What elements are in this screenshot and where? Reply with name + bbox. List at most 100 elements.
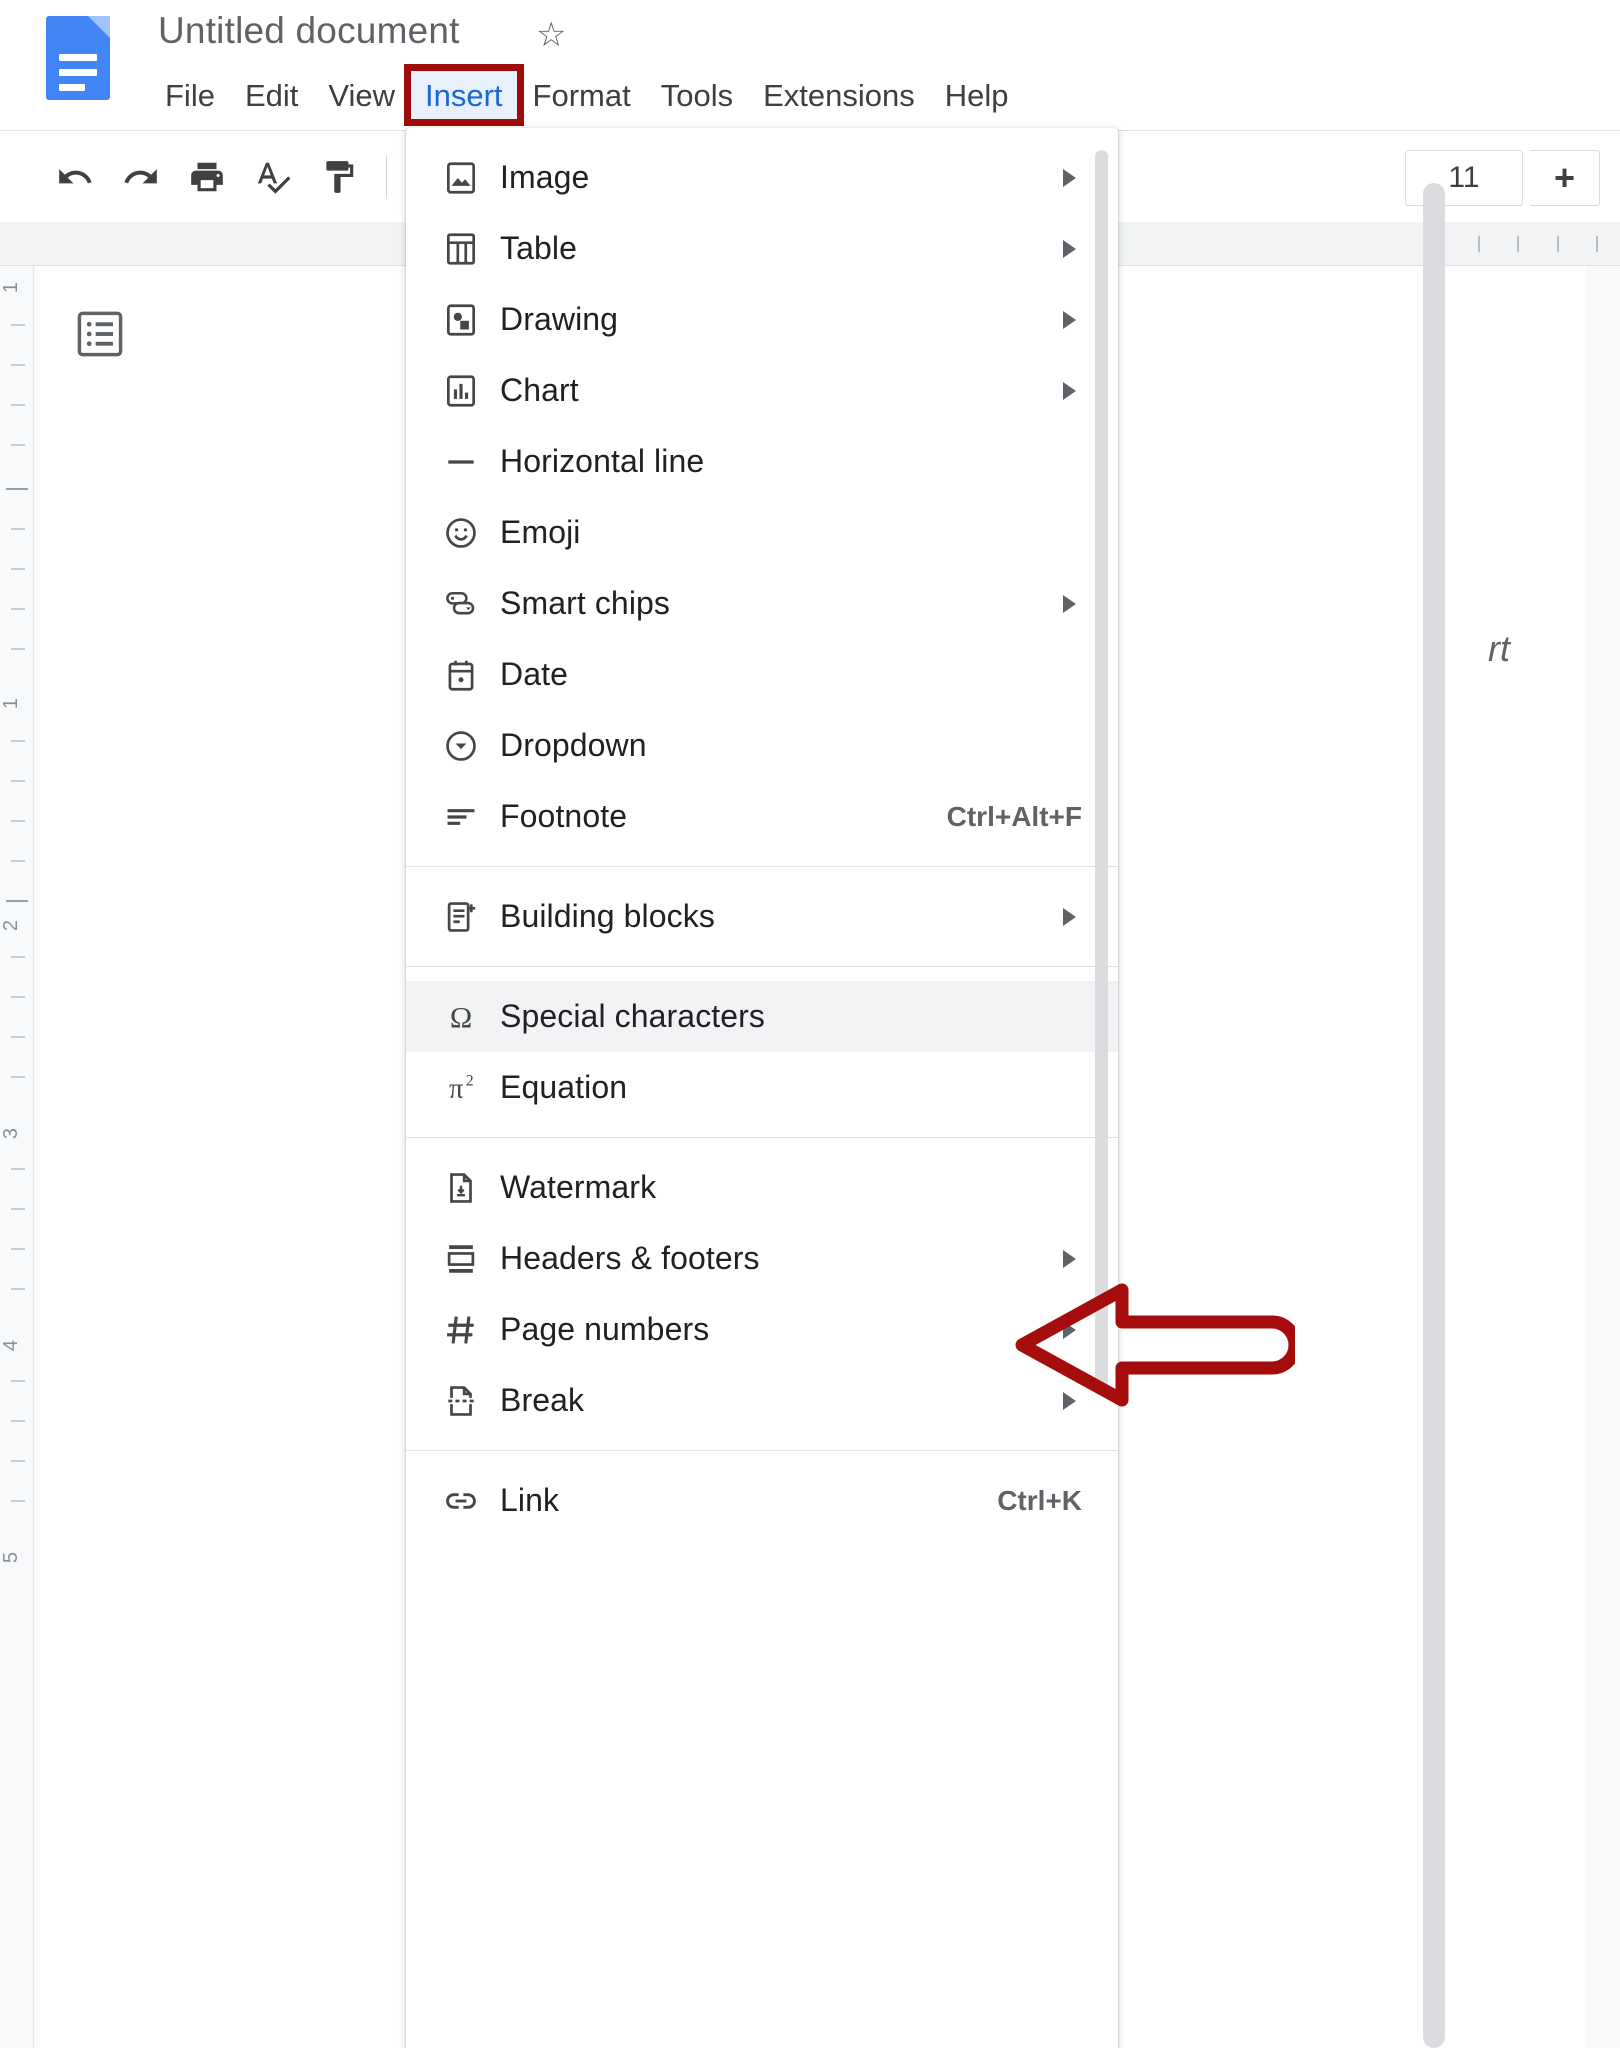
menu-label: Chart xyxy=(500,372,579,408)
smart-chips-icon xyxy=(442,585,500,623)
menu-divider xyxy=(406,1450,1118,1451)
chevron-right-icon xyxy=(1063,1320,1076,1339)
menu-item-file[interactable]: File xyxy=(150,70,230,122)
menu-item-break[interactable]: Break xyxy=(406,1365,1118,1436)
menu-label: Image xyxy=(500,159,590,195)
chevron-right-icon xyxy=(1063,381,1076,400)
menu-divider xyxy=(406,1137,1118,1138)
menu-label: Break xyxy=(500,1382,585,1418)
menu-item-footnote[interactable]: Footnote Ctrl+Alt+F xyxy=(406,781,1118,852)
google-docs-logo-icon[interactable] xyxy=(46,16,110,100)
menu-divider xyxy=(406,966,1118,967)
menu-scrollbar[interactable] xyxy=(1095,150,1108,1390)
chevron-right-icon xyxy=(1063,594,1076,613)
print-icon[interactable] xyxy=(174,144,240,210)
menu-item-building-blocks[interactable]: Building blocks xyxy=(406,881,1118,952)
chevron-right-icon xyxy=(1063,1391,1076,1410)
menu-shortcut: Ctrl+Alt+F xyxy=(946,800,1082,832)
vruler-label-3: 2 xyxy=(0,919,23,932)
menu-item-date[interactable]: Date xyxy=(406,639,1118,710)
image-icon xyxy=(442,159,500,197)
spelling-check-icon[interactable] xyxy=(240,144,306,210)
menu-item-smart-chips[interactable]: Smart chips xyxy=(406,568,1118,639)
menu-item-drawing[interactable]: Drawing xyxy=(406,284,1118,355)
chevron-right-icon xyxy=(1063,239,1076,258)
footnote-icon xyxy=(442,798,500,836)
equation-icon: π 2 xyxy=(442,1069,500,1107)
vruler-label-1: 1 xyxy=(0,281,23,294)
menu-item-help[interactable]: Help xyxy=(930,70,1024,122)
menu-label: Building blocks xyxy=(500,898,715,934)
headers-footers-icon xyxy=(442,1240,500,1278)
svg-text:π: π xyxy=(449,1073,463,1104)
menu-item-format[interactable]: Format xyxy=(518,70,646,122)
menu-item-equation[interactable]: π 2 Equation xyxy=(406,1052,1118,1123)
date-icon xyxy=(442,656,500,694)
vruler-label-5: 4 xyxy=(0,1339,23,1352)
menu-label: Headers & footers xyxy=(500,1240,760,1276)
menu-item-table[interactable]: Table xyxy=(406,213,1118,284)
menu-label: Emoji xyxy=(500,514,581,550)
paint-format-icon[interactable] xyxy=(306,144,372,210)
drawing-icon xyxy=(442,301,500,339)
chevron-right-icon xyxy=(1063,310,1076,329)
menu-label: Smart chips xyxy=(500,585,671,621)
svg-text:2: 2 xyxy=(466,1072,474,1089)
document-outline-icon[interactable] xyxy=(74,308,126,360)
redo-icon[interactable] xyxy=(108,144,174,210)
break-icon xyxy=(442,1382,500,1420)
insert-menu-highlight-box xyxy=(404,64,524,126)
dropdown-icon xyxy=(442,727,500,765)
menu-label: Date xyxy=(500,656,568,692)
menu-item-headers-footers[interactable]: Headers & footers xyxy=(406,1223,1118,1294)
menu-item-view[interactable]: View xyxy=(313,70,410,122)
undo-icon[interactable] xyxy=(42,144,108,210)
link-icon xyxy=(442,1482,500,1520)
emoji-icon xyxy=(442,514,500,552)
menu-label: Drawing xyxy=(500,301,619,337)
menu-item-page-numbers[interactable]: Page numbers xyxy=(406,1294,1118,1365)
vertical-ruler[interactable]: 1 1 2 3 4 5 xyxy=(0,266,34,2048)
building-blocks-icon xyxy=(442,898,500,936)
ruler-tick-marks xyxy=(1478,232,1598,256)
menu-item-image[interactable]: Image xyxy=(406,142,1118,213)
menu-label: Link xyxy=(500,1482,560,1518)
page-numbers-icon xyxy=(442,1311,500,1349)
toolbar-divider xyxy=(386,154,387,199)
menu-label: Table xyxy=(500,230,577,266)
increase-font-size-button[interactable]: + xyxy=(1530,150,1600,206)
menu-item-chart[interactable]: Chart xyxy=(406,355,1118,426)
vruler-label-4: 3 xyxy=(0,1127,23,1140)
menu-shortcut: Ctrl+K xyxy=(997,1484,1082,1516)
menu-item-watermark[interactable]: Watermark xyxy=(406,1152,1118,1223)
menu-item-special-characters[interactable]: Ω Special characters xyxy=(406,981,1118,1052)
menu-item-horizontal-line[interactable]: Horizontal line xyxy=(406,426,1118,497)
menu-label: Equation xyxy=(500,1069,628,1105)
omega-icon: Ω xyxy=(442,998,500,1036)
menu-label: Watermark xyxy=(500,1169,657,1205)
chevron-right-icon xyxy=(1063,168,1076,187)
vruler-label-6: 5 xyxy=(0,1551,23,1564)
menu-item-tools[interactable]: Tools xyxy=(646,70,748,122)
menu-label: Horizontal line xyxy=(500,443,705,479)
menu-item-extensions[interactable]: Extensions xyxy=(748,70,930,122)
page-scrollbar[interactable] xyxy=(1423,183,1445,2048)
table-icon xyxy=(442,230,500,268)
menu-item-link[interactable]: Link Ctrl+K xyxy=(406,1465,1118,1536)
chevron-right-icon xyxy=(1063,1249,1076,1268)
menu-item-emoji[interactable]: Emoji xyxy=(406,497,1118,568)
document-title[interactable]: Untitled document xyxy=(158,10,460,52)
star-outline-icon[interactable]: ☆ xyxy=(536,18,566,52)
top-bar: Untitled document ☆ File Edit View Inser… xyxy=(0,0,1620,130)
menu-item-dropdown[interactable]: Dropdown xyxy=(406,710,1118,781)
svg-text:Ω: Ω xyxy=(450,1000,472,1034)
insert-dropdown-menu: Image Table Drawing Chart Horizontal lin… xyxy=(406,128,1118,2048)
horizontal-line-icon xyxy=(442,443,500,481)
menu-item-edit[interactable]: Edit xyxy=(230,70,313,122)
document-text-fragment: rt xyxy=(1488,628,1510,669)
chevron-right-icon xyxy=(1063,907,1076,926)
menu-divider xyxy=(406,866,1118,867)
chart-icon xyxy=(442,372,500,410)
menu-label: Dropdown xyxy=(500,727,647,763)
menu-label: Page numbers xyxy=(500,1311,710,1347)
